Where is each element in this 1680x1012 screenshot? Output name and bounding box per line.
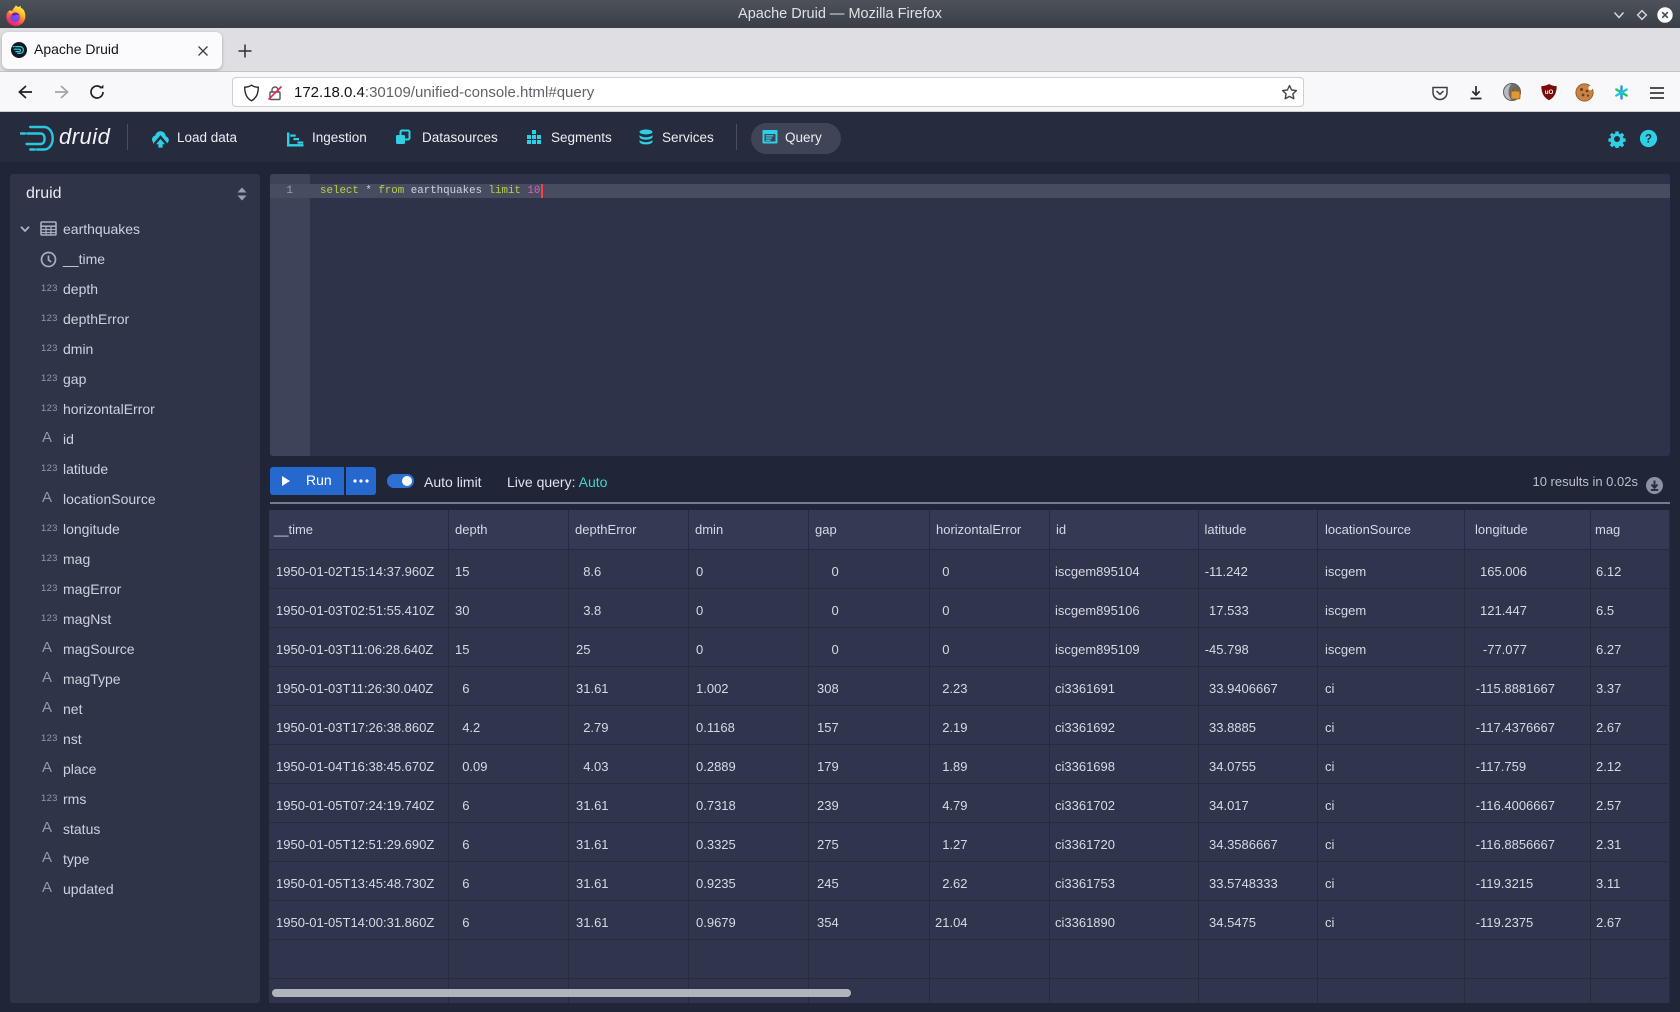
svg-text:uO: uO (1545, 89, 1554, 96)
svg-text:?: ? (1645, 134, 1652, 146)
